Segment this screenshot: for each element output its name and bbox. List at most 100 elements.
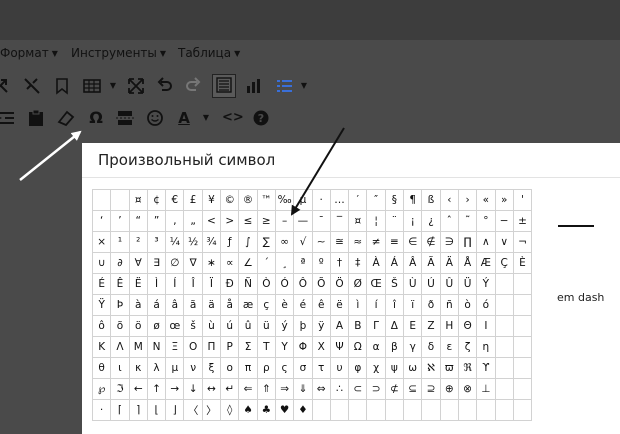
symbol-cell[interactable]: Υ <box>274 336 295 358</box>
symbol-cell[interactable]: » <box>494 189 514 211</box>
symbol-cell[interactable]: ∗ <box>201 252 222 274</box>
symbol-cell[interactable] <box>512 273 533 295</box>
symbol-cell[interactable]: ô <box>91 315 112 337</box>
symbol-cell[interactable]: ˜ <box>457 210 478 232</box>
symbol-cell[interactable] <box>439 399 459 421</box>
symbol-cell[interactable]: Ã <box>421 252 441 274</box>
symbol-cell[interactable]: « <box>476 189 496 211</box>
symbol-cell[interactable]: í <box>366 294 386 316</box>
symbol-cell[interactable]: ϒ <box>476 357 496 379</box>
symbol-cell[interactable]: ◊ <box>220 399 240 421</box>
symbol-cell[interactable]: Â <box>403 252 423 274</box>
symbol-cell[interactable]: ∞ <box>274 231 295 253</box>
symbol-cell[interactable] <box>494 336 514 358</box>
symbol-cell[interactable]: Æ <box>476 252 496 274</box>
symbol-cell[interactable]: ⇑ <box>256 378 276 400</box>
symbol-cell[interactable]: Ι <box>476 315 496 337</box>
symbol-cell[interactable]: ¤ <box>128 189 148 211</box>
symbol-cell[interactable]: ∫ <box>238 231 258 253</box>
symbol-cell[interactable]: ¨ <box>384 210 405 232</box>
symbol-cell[interactable]: Ý <box>476 273 496 295</box>
symbol-cell[interactable]: „ <box>183 210 203 232</box>
symbol-cell[interactable]: ' <box>512 189 533 211</box>
symbol-cell[interactable]: û <box>238 315 258 337</box>
symbol-cell[interactable]: º <box>311 252 331 274</box>
symbol-cell[interactable]: τ <box>311 357 331 379</box>
symbol-cell[interactable] <box>329 399 350 421</box>
symbol-cell[interactable]: ⌊ <box>146 399 167 421</box>
symbol-cell[interactable]: ι <box>110 357 130 379</box>
symbol-cell[interactable]: ¤ <box>348 210 368 232</box>
symbol-cell[interactable]: ο <box>220 357 240 379</box>
symbol-cell[interactable]: ∃ <box>146 252 167 274</box>
symbol-cell[interactable]: ñ <box>439 294 459 316</box>
symbol-cell[interactable]: ε <box>439 336 459 358</box>
symbol-cell[interactable]: ℵ <box>421 357 441 379</box>
symbol-cell[interactable]: ‾ <box>329 210 350 232</box>
symbol-cell[interactable]: ≡ <box>384 231 405 253</box>
symbol-cell[interactable]: λ <box>146 357 167 379</box>
symbol-cell[interactable]: ¬ <box>512 231 533 253</box>
chevron-down-icon[interactable]: ▼ <box>294 76 314 96</box>
symbol-cell[interactable]: Θ <box>457 315 478 337</box>
menu-tools[interactable]: Инструменты ▼ <box>71 46 166 60</box>
symbol-cell[interactable]: ⌋ <box>165 399 185 421</box>
symbol-cell[interactable]: Û <box>439 273 459 295</box>
symbol-cell[interactable]: ® <box>238 189 258 211</box>
symbol-cell[interactable]: ð <box>421 294 441 316</box>
symbol-cell[interactable]: ∂ <box>110 252 130 274</box>
symbol-cell[interactable]: ψ <box>384 357 405 379</box>
symbol-cell[interactable]: á <box>146 294 167 316</box>
menu-table[interactable]: Таблица ▼ <box>178 46 240 60</box>
symbol-cell[interactable]: € <box>165 189 185 211</box>
symbol-cell[interactable]: § <box>384 189 405 211</box>
symbol-cell[interactable] <box>512 357 533 379</box>
symbol-cell[interactable]: δ <box>421 336 441 358</box>
symbol-cell[interactable] <box>457 399 478 421</box>
symbol-cell[interactable]: Λ <box>110 336 130 358</box>
symbol-cell[interactable]: √ <box>293 231 313 253</box>
symbol-cell[interactable] <box>512 336 533 358</box>
symbol-cell[interactable]: α <box>366 336 386 358</box>
symbol-cell[interactable]: ∑ <box>256 231 276 253</box>
symbol-cell[interactable]: 〈 <box>183 399 203 421</box>
symbol-cell[interactable]: ‡ <box>348 252 368 274</box>
symbol-cell[interactable]: É <box>91 273 112 295</box>
symbol-cell[interactable]: Π <box>201 336 222 358</box>
table-icon[interactable] <box>82 76 102 96</box>
symbol-cell[interactable]: œ <box>165 315 185 337</box>
symbol-cell[interactable]: â <box>165 294 185 316</box>
symbol-cell[interactable]: Ξ <box>165 336 185 358</box>
symbol-cell[interactable]: Ν <box>146 336 167 358</box>
symbol-cell[interactable]: › <box>457 189 478 211</box>
symbol-cell[interactable]: ‰ <box>274 189 295 211</box>
unlink-icon[interactable] <box>22 76 42 96</box>
code-icon[interactable]: <> <box>222 108 244 128</box>
emoji-icon[interactable] <box>145 108 165 128</box>
symbol-cell[interactable]: ″ <box>366 189 386 211</box>
chart-icon[interactable] <box>243 76 263 96</box>
symbol-cell[interactable]: Ç <box>494 252 514 274</box>
symbol-cell[interactable]: γ <box>403 336 423 358</box>
symbol-cell[interactable]: Ø <box>348 273 368 295</box>
symbol-cell[interactable]: − <box>494 210 514 232</box>
text-color-icon[interactable]: A <box>174 108 194 128</box>
symbol-cell[interactable]: ℜ <box>457 357 478 379</box>
symbol-cell[interactable]: ü <box>256 315 276 337</box>
symbol-cell[interactable]: ï <box>403 294 423 316</box>
symbol-cell[interactable]: υ <box>329 357 350 379</box>
symbol-cell[interactable]: κ <box>128 357 148 379</box>
symbol-cell[interactable] <box>512 399 533 421</box>
symbol-cell[interactable]: … <box>329 189 350 211</box>
symbol-cell[interactable]: Φ <box>293 336 313 358</box>
symbol-cell[interactable]: Ä <box>439 252 459 274</box>
help-icon[interactable]: ? <box>251 108 271 128</box>
symbol-cell[interactable]: ↓ <box>183 378 203 400</box>
symbol-cell[interactable]: µ <box>293 189 313 211</box>
symbol-cell[interactable]: χ <box>366 357 386 379</box>
symbol-cell[interactable]: ℘ <box>91 378 112 400</box>
chevron-down-icon[interactable]: ▼ <box>196 108 216 128</box>
symbol-cell[interactable]: š <box>183 315 203 337</box>
symbol-cell[interactable] <box>494 399 514 421</box>
symbol-cell[interactable]: ≅ <box>329 231 350 253</box>
